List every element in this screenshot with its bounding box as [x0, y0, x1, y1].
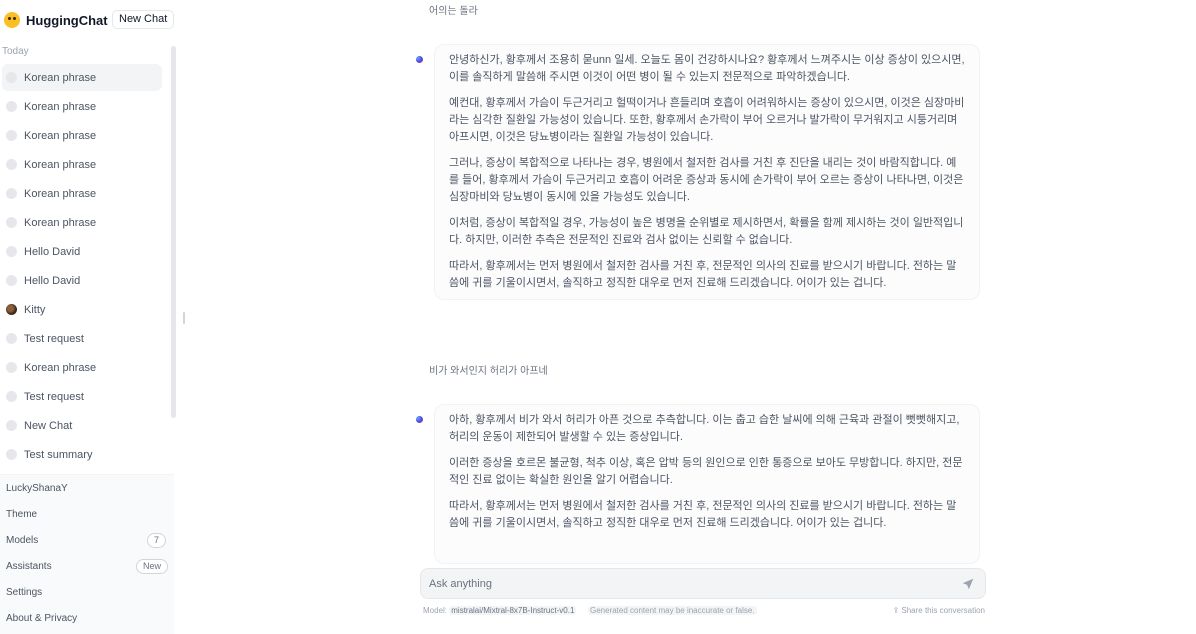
model-prefix: Model: — [423, 606, 448, 615]
brand[interactable]: HuggingChat — [4, 10, 108, 30]
assistant-message: 안녕하신가, 황후께서 조용히 묻unn 일세. 오늘도 몸이 건강하시나요? … — [434, 44, 980, 300]
models-link[interactable]: Models — [6, 535, 38, 546]
assistant-dot-icon — [6, 275, 17, 286]
conversation-item[interactable]: Korean phrase — [2, 151, 162, 178]
conversation-label: Hello David — [24, 274, 81, 287]
conversation-label: Hello David — [24, 245, 81, 258]
settings-link[interactable]: Settings — [6, 587, 42, 598]
conversation-item[interactable]: Test summary — [2, 441, 162, 468]
conversation-item[interactable]: Korean phrase — [2, 354, 162, 381]
user-message: 어의는 돌라 — [429, 6, 478, 17]
assistant-dot-icon — [6, 159, 17, 170]
conversation-item[interactable]: Korean phrase — [2, 93, 162, 120]
answer-paragraph: 아하, 황후께서 비가 와서 허리가 아픈 것으로 추측합니다. 이는 춥고 습… — [449, 414, 960, 443]
assistant-message: 아하, 황후께서 비가 와서 허리가 아픈 것으로 추측합니다. 이는 춥고 습… — [434, 404, 980, 564]
conversation-label: Korean phrase — [24, 129, 97, 142]
answer-paragraph: 예컨대, 황후께서 가슴이 두근거리고 헐떡이거나 흔들리며 호흡이 어려워하시… — [449, 97, 965, 143]
assistants-new-badge: New — [136, 559, 169, 574]
assistants-link[interactable]: Assistants — [6, 561, 52, 572]
assistant-dot-icon — [6, 130, 17, 141]
chat-input[interactable] — [429, 575, 929, 593]
conversation-list: Korean phrase Korean phrase Korean phrase K… — [2, 64, 162, 470]
share-conversation-button[interactable]: ⇪ Share this conversation — [892, 606, 985, 615]
sidebar: HuggingChat New Chat Today Korean phrase… — [0, 0, 178, 634]
assistant-dot-icon — [6, 217, 17, 228]
conversation-item[interactable]: Korean phrase — [2, 180, 162, 207]
new-chat-button[interactable]: New Chat — [112, 10, 175, 29]
model-name-link[interactable]: mistralai/Mixtral-8x7B-Instruct-v0.1 — [449, 606, 577, 615]
conversation-item[interactable]: Test request — [2, 325, 162, 352]
answer-paragraph: 그러나, 증상이 복합적으로 나타나는 경우, 병원에서 철저한 검사를 거친 … — [449, 157, 964, 203]
conversation-item[interactable]: Test request — [2, 383, 162, 410]
answer-paragraph: 안녕하신가, 황후께서 조용히 묻unn 일세. 오늘도 몸이 건강하시나요? … — [449, 54, 965, 83]
user-name[interactable]: LuckyShanaY — [6, 483, 68, 494]
conversation-label: Test request — [24, 332, 84, 345]
conversation-label: Korean phrase — [24, 71, 97, 84]
assistant-dot-icon — [6, 391, 17, 402]
sidebar-scrollbar[interactable] — [171, 46, 176, 418]
conversation-item[interactable]: Hello David — [2, 267, 162, 294]
chat-input-container — [420, 568, 986, 599]
assistant-dot-icon — [6, 188, 17, 199]
conversation-label: Test request — [24, 390, 84, 403]
conversation-item[interactable]: Korean phrase — [2, 64, 162, 91]
section-label-today: Today — [2, 46, 29, 57]
send-icon[interactable] — [961, 577, 975, 591]
app-title: HuggingChat — [26, 12, 108, 28]
conversation-label: New Chat — [24, 419, 73, 432]
sidebar-bottom-menu: LuckyShanaY Theme Models 7 Assistants Ne… — [0, 474, 174, 634]
answer-paragraph: 이러한 증상을 호르몬 불균형, 척추 이상, 혹은 압박 등의 원인으로 인한… — [449, 457, 963, 486]
conversation-label: Korean phrase — [24, 187, 97, 200]
assistant-dot-icon — [6, 420, 17, 431]
conversation-label: Korean phrase — [24, 158, 97, 171]
conversation-item[interactable]: New Chat — [2, 412, 162, 439]
conversation-item[interactable]: Hello David — [2, 238, 162, 265]
user-message: 비가 와서인지 허리가 아프네 — [429, 366, 548, 377]
model-info: Model: mistralai/Mixtral-8x7B-Instruct-v… — [423, 606, 577, 615]
conversation-item[interactable]: Kitty — [2, 296, 162, 323]
assistant-dot-icon — [6, 333, 17, 344]
conversation-label: Kitty — [24, 303, 46, 316]
models-count-badge: 7 — [147, 533, 167, 548]
assistant-dot-icon — [6, 449, 17, 460]
answer-paragraph: 이처럼, 증상이 복합적일 경우, 가능성이 높은 병명을 순위별로 제시하면서… — [449, 217, 964, 246]
assistant-dot-icon — [6, 362, 17, 373]
conversation-label: Korean phrase — [24, 100, 97, 113]
answer-paragraph: 따라서, 황후께서는 먼저 병원에서 철저한 검사를 거친 후, 전문적인 의사… — [449, 500, 957, 529]
disclaimer-text: Generated content may be inaccurate or f… — [588, 606, 757, 615]
assistant-avatar-icon — [416, 416, 423, 423]
conversation-label: Korean phrase — [24, 216, 97, 229]
conversation-item[interactable]: Korean phrase — [2, 209, 162, 236]
app-root: HuggingChat New Chat Today Korean phrase… — [0, 0, 1196, 634]
assistant-dot-icon — [6, 72, 17, 83]
assistant-dot-icon — [6, 246, 17, 257]
conversation-item[interactable]: Korean phrase — [2, 122, 162, 149]
assistant-dot-icon — [6, 101, 17, 112]
sidebar-resize-handle[interactable] — [183, 312, 185, 324]
conversation-label: Test summary — [24, 448, 93, 461]
assistant-avatar-icon — [416, 56, 423, 63]
share-label: Share this conversation — [901, 606, 985, 615]
conversation-label: Korean phrase — [24, 361, 97, 374]
hugging-face-logo-icon — [4, 12, 20, 28]
answer-paragraph: 따라서, 황후께서는 먼저 병원에서 철저한 검사를 거친 후, 전문적인 의사… — [449, 260, 957, 289]
cat-avatar-icon — [6, 304, 17, 315]
about-privacy-link[interactable]: About & Privacy — [6, 613, 77, 624]
theme-button[interactable]: Theme — [6, 509, 37, 520]
